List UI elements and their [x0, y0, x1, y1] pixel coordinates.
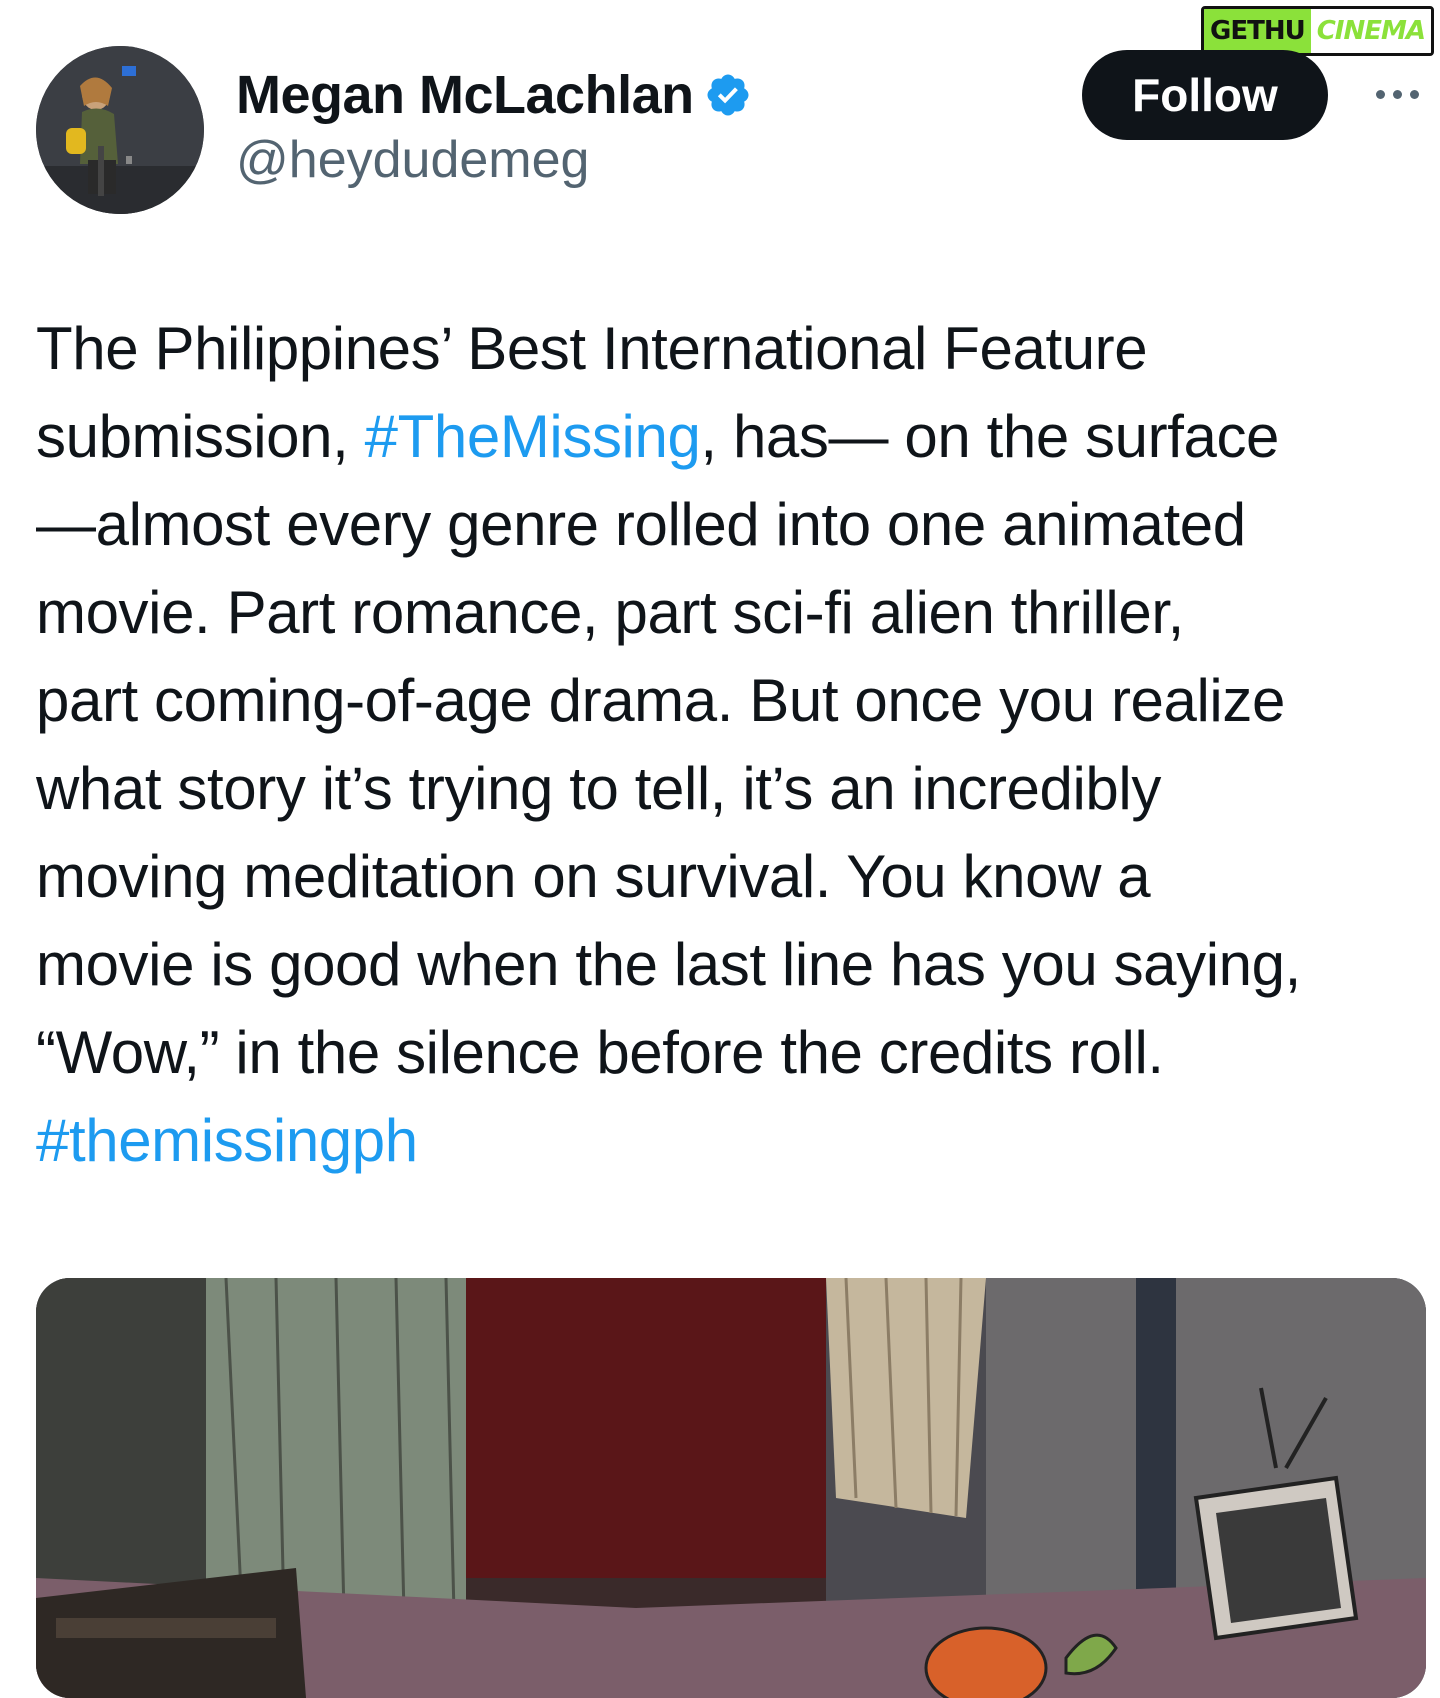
tweet-line: “Wow,” in the silence before the credits… — [36, 1019, 1164, 1086]
tweet-text-segment: , has— on the surface — [700, 403, 1280, 470]
tweet-text: The Philippines’ Best International Feat… — [36, 305, 1431, 1185]
tweet-line: The Philippines’ Best International Feat… — [36, 315, 1148, 382]
tweet-line: part coming-of-age drama. But once you r… — [36, 667, 1285, 734]
more-dot — [1375, 89, 1385, 99]
follow-button[interactable]: Follow — [1082, 50, 1328, 140]
display-name[interactable]: Megan McLachlan — [236, 64, 694, 126]
more-options-icon[interactable] — [1362, 74, 1432, 114]
author-info: Megan McLachlan @heydudemeg — [236, 64, 752, 190]
tweet-media-image[interactable] — [36, 1278, 1426, 1698]
animated-still-icon — [36, 1278, 1426, 1698]
tweet-text-segment: submission, — [36, 403, 365, 470]
tweet-line: what story it’s trying to tell, it’s an … — [36, 755, 1161, 822]
tweet-line: moving meditation on survival. You know … — [36, 843, 1151, 910]
profile-photo-icon — [36, 46, 204, 214]
display-name-row: Megan McLachlan — [236, 64, 752, 126]
tweet-line: movie is good when the last line has you… — [36, 931, 1301, 998]
hashtag-link[interactable]: #TheMissing — [365, 403, 701, 470]
tweet-line: submission, #TheMissing, has— on the sur… — [36, 393, 1431, 481]
tweet-line: #themissingph — [36, 1097, 1431, 1185]
verified-badge-icon[interactable] — [704, 71, 752, 119]
user-handle[interactable]: @heydudemeg — [236, 130, 752, 190]
more-dot — [1409, 89, 1419, 99]
tweet-line: movie. Part romance, part sci-fi alien t… — [36, 579, 1184, 646]
tweet-line: —almost every genre rolled into one anim… — [36, 491, 1246, 558]
more-dot — [1392, 89, 1402, 99]
tweet-header: Megan McLachlan @heydudemeg Follow — [36, 46, 1419, 216]
avatar[interactable] — [36, 46, 204, 214]
hashtag-link[interactable]: #themissingph — [36, 1107, 418, 1174]
